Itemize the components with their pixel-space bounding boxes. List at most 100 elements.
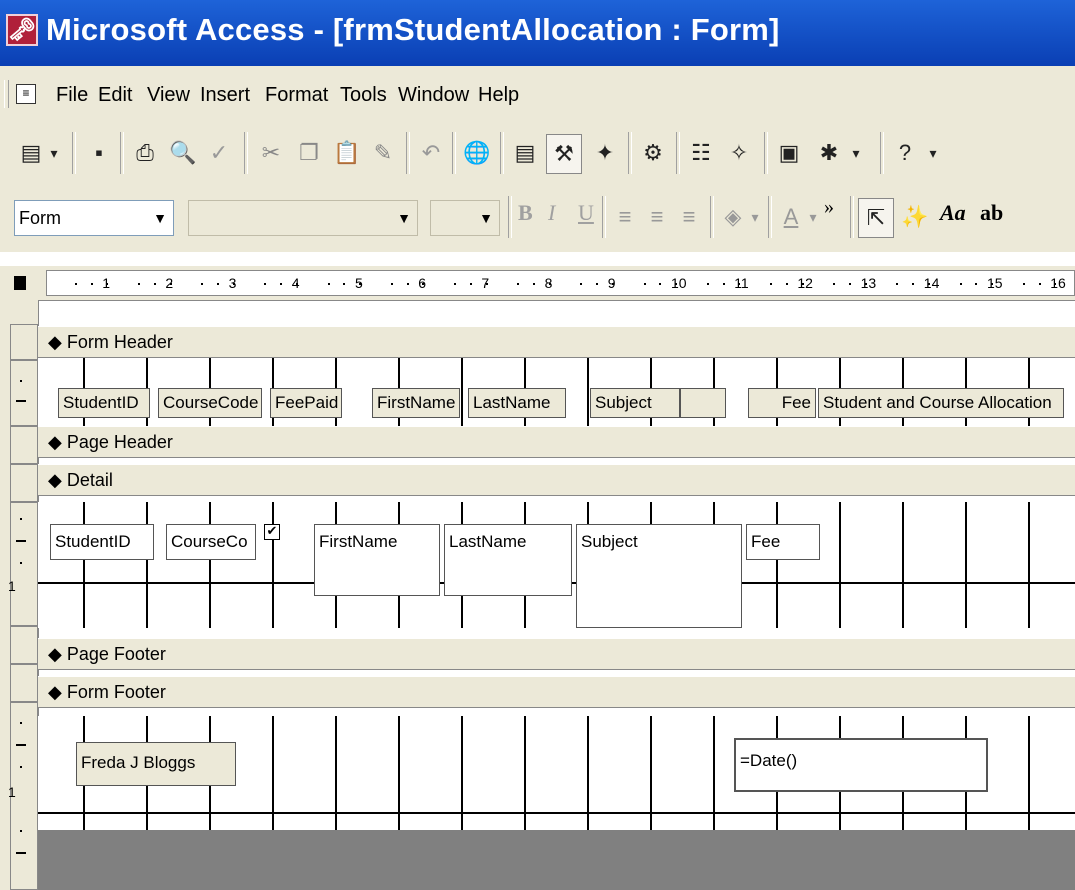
fee-textbox[interactable]: Fee [746, 524, 820, 560]
database-window-icon[interactable]: ▣ [772, 134, 806, 172]
font-combo[interactable]: ▼ [188, 200, 418, 236]
form-menu-icon[interactable]: ≡ [16, 84, 36, 104]
save-icon[interactable]: ▪ [82, 134, 116, 172]
ruler-tick [201, 283, 204, 285]
form-header-bar[interactable]: ◆ Form Header [38, 326, 1075, 358]
form-footer-selector[interactable] [10, 664, 38, 702]
label-subject[interactable]: Subject [590, 388, 680, 418]
menu-help[interactable]: Help [478, 84, 519, 107]
chevron-down-icon: ▼ [153, 210, 167, 226]
cut-icon[interactable]: ✂ [254, 134, 288, 172]
new-object-icon[interactable]: ✱ [812, 134, 846, 172]
print-preview-icon[interactable]: 🔍 [166, 134, 200, 172]
build-icon[interactable]: ✧ [722, 134, 756, 172]
menu-insert[interactable]: Insert [200, 84, 250, 107]
student-id-textbox[interactable]: StudentID [50, 524, 154, 560]
last-name-textbox[interactable]: LastName [444, 524, 572, 596]
form-header-body-selector[interactable] [10, 360, 38, 426]
form-footer-bar[interactable]: ◆ Form Footer [38, 676, 1075, 708]
fee-paid-checkbox[interactable]: ✔ [264, 524, 280, 540]
ruler-tick [675, 283, 678, 285]
ruler-tick [580, 283, 583, 285]
autoformat-icon[interactable]: ✦ [588, 134, 622, 172]
page-footer-bar[interactable]: ◆ Page Footer [38, 638, 1075, 670]
course-code-textbox[interactable]: CourseCo [166, 524, 256, 560]
new-object-dropdown-icon[interactable]: ▾ [846, 134, 866, 172]
align-right-icon[interactable]: ≡ [672, 198, 706, 236]
menu-format[interactable]: Format [265, 84, 328, 107]
label-course-code[interactable]: CourseCode [158, 388, 262, 418]
print-icon[interactable]: ⎙ [128, 134, 162, 172]
ruler-tick [770, 283, 772, 285]
ruler-tick [801, 283, 804, 285]
page-header-bar[interactable]: ◆ Page Header [38, 426, 1075, 458]
ruler-tick [90, 283, 93, 285]
field-list-icon[interactable]: ▤ [508, 134, 542, 172]
underline-button[interactable]: U [578, 200, 594, 226]
menu-view[interactable]: View [147, 84, 190, 107]
label-fee[interactable]: Fee [748, 388, 816, 418]
date-textbox[interactable]: =Date() [734, 738, 988, 792]
format-painter-icon[interactable]: ✎ [366, 134, 400, 172]
label-first-name[interactable]: FirstName [372, 388, 460, 418]
detail-body-selector[interactable] [10, 502, 38, 626]
detail-selector[interactable] [10, 464, 38, 502]
toolbar-overflow-chevron[interactable]: » [824, 196, 834, 219]
menu-tools[interactable]: Tools [340, 84, 387, 107]
ruler-tick [928, 283, 930, 285]
size-combo[interactable]: ▼ [430, 200, 500, 236]
help-dropdown-icon[interactable]: ▾ [924, 134, 942, 172]
ruler-number: 12 [797, 275, 813, 291]
horizontal-ruler: 12345678910111213141516 [0, 266, 1075, 301]
menu-window[interactable]: Window [398, 84, 469, 107]
align-center-icon[interactable]: ≡ [640, 198, 674, 236]
font-color-icon[interactable]: A [774, 198, 808, 236]
control-wizards-icon[interactable]: ✨ [898, 198, 932, 236]
view-dropdown-icon[interactable]: ▾ [44, 134, 64, 172]
toolbox-icon[interactable]: ⚒ [546, 134, 582, 174]
ruler-tick [612, 283, 614, 285]
label-blank[interactable] [680, 388, 726, 418]
page-footer-selector[interactable] [10, 626, 38, 664]
label-last-name[interactable]: LastName [468, 388, 566, 418]
form-header-selector[interactable] [10, 324, 38, 360]
properties-icon[interactable]: ☷ [684, 134, 718, 172]
fill-color-dropdown-icon[interactable]: ▾ [746, 198, 764, 236]
view-icon[interactable]: ▤ [14, 134, 48, 172]
italic-button[interactable]: I [548, 200, 555, 226]
label-student-id[interactable]: StudentID [58, 388, 150, 418]
spelling-icon[interactable]: ✓ [202, 134, 236, 172]
menu-file[interactable]: File [56, 84, 88, 107]
fill-color-icon[interactable]: ◈ [716, 198, 750, 236]
help-icon[interactable]: ? [888, 134, 922, 172]
menu-edit[interactable]: Edit [98, 84, 132, 107]
hyperlink-icon[interactable]: 🌐 [460, 134, 494, 172]
label-fee-paid[interactable]: FeePaid [270, 388, 342, 418]
ruler-tick [406, 283, 409, 285]
align-left-icon[interactable]: ≡ [608, 198, 642, 236]
textbox-tool-button[interactable]: ab [980, 200, 1003, 226]
first-name-textbox[interactable]: FirstName [314, 524, 440, 596]
copy-icon[interactable]: ❐ [292, 134, 326, 172]
paste-icon[interactable]: 📋 [330, 134, 364, 172]
chevron-down-icon: ▼ [397, 210, 411, 226]
detail-bar[interactable]: ◆ Detail [38, 464, 1075, 496]
ruler-tick [975, 283, 978, 285]
undo-icon[interactable]: ↶ [414, 134, 448, 172]
font-color-dropdown-icon[interactable]: ▾ [804, 198, 822, 236]
subject-textbox[interactable]: Subject [576, 524, 742, 628]
object-combo[interactable]: Form ▼ [14, 200, 174, 236]
code-icon[interactable]: ⚙ [636, 134, 670, 172]
ruler-tick [548, 283, 551, 285]
ruler-tick [169, 283, 172, 285]
ruler-tick [738, 283, 741, 285]
label-form-title[interactable]: Student and Course Allocation [818, 388, 1064, 418]
label-tool-button[interactable]: Aa [940, 200, 966, 226]
author-name-label[interactable]: Freda J Bloggs [76, 742, 236, 786]
vertical-ruler-1: 1 [8, 578, 16, 594]
bold-button[interactable]: B [518, 200, 533, 226]
page-header-selector[interactable] [10, 426, 38, 464]
ruler-tick [643, 283, 646, 285]
select-objects-icon[interactable]: ⇱ [858, 198, 894, 238]
form-selector[interactable] [14, 276, 26, 290]
